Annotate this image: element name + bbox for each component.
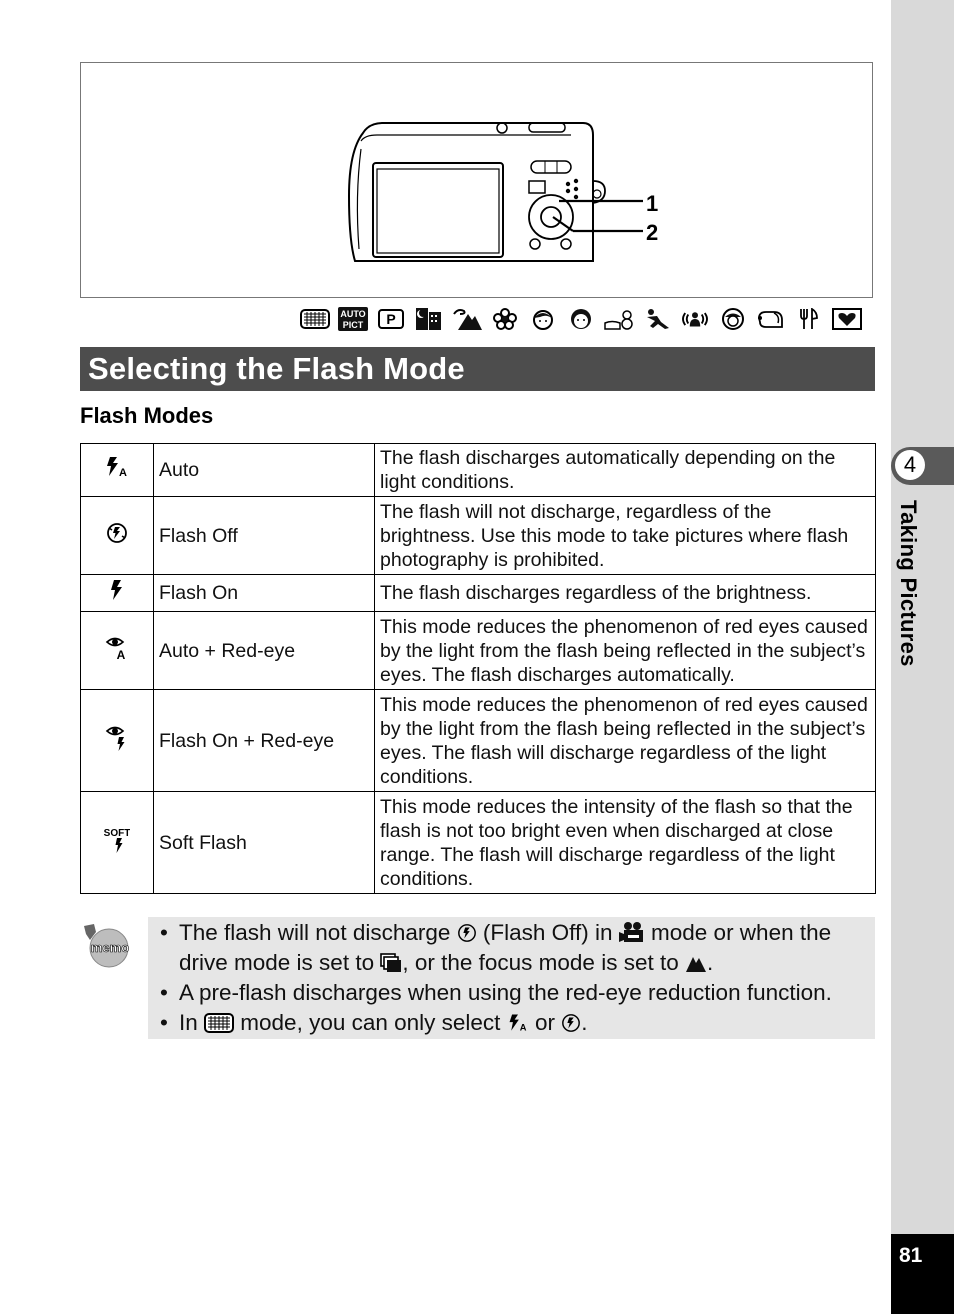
auto-grid-mode-icon	[300, 307, 330, 331]
table-row: Flash On The flash discharges regardless…	[80, 574, 876, 612]
flash-auto-icon: A	[509, 1014, 526, 1033]
icon-cell: A	[80, 611, 154, 690]
mode-description: This mode reduces the phenomenon of red …	[374, 611, 876, 690]
mode-description: The flash will not discharge, regardless…	[374, 496, 876, 575]
chapter-number: 4	[895, 450, 925, 480]
chapter-title: Taking Pictures	[896, 500, 921, 667]
flower-icon	[490, 307, 520, 331]
auto-picture-icon: AUTO PICT	[338, 307, 368, 331]
mode-name: Flash On + Red-eye	[153, 689, 375, 792]
icon-cell	[80, 689, 154, 792]
flash-modes-table: A Auto The flash discharges automaticall…	[80, 443, 876, 894]
movie-icon	[618, 922, 643, 942]
program-label: P	[386, 311, 395, 327]
flash-auto-icon: A	[107, 457, 127, 479]
note-text: A pre-flash discharges when using the re…	[179, 980, 832, 1005]
icon-cell	[80, 496, 154, 575]
mode-description: This mode reduces the phenomenon of red …	[374, 689, 876, 792]
digital-sr-icon	[680, 307, 710, 331]
flash-on-red-eye-icon	[105, 726, 125, 751]
flash-off-icon	[107, 522, 127, 543]
page-number: 81	[899, 1244, 923, 1267]
soft-flash-icon: SOFT	[104, 828, 130, 853]
memo-note: A pre-flash discharges when using the re…	[158, 978, 875, 1008]
note-text: .	[581, 1010, 588, 1035]
note-text: .	[706, 950, 714, 975]
snow-icon	[604, 307, 634, 331]
icon-cell: SOFT	[80, 791, 154, 894]
note-text: , or the focus mode is set to	[402, 950, 685, 975]
auto-red-eye-icon: A	[105, 637, 126, 662]
mode-name: Auto + Red-eye	[153, 611, 375, 690]
continuous-shooting-icon	[380, 953, 402, 972]
svg-text:A: A	[117, 648, 126, 661]
night-scene-icon	[414, 307, 444, 331]
kids-icon	[718, 307, 748, 331]
table-row: Flash On + Red-eye This mode reduces the…	[80, 689, 876, 792]
memo-notes: The flash will not discharge (Flash Off)…	[148, 917, 875, 1039]
mode-name: Soft Flash	[153, 791, 375, 894]
infinity-landscape-icon	[685, 957, 706, 972]
callout-2: 2	[646, 220, 659, 245]
svg-text:A: A	[119, 467, 127, 478]
pict-label: PICT	[343, 320, 364, 330]
memo-icon: memo	[84, 924, 129, 968]
note-text: mode, you can only select	[234, 1010, 507, 1035]
mode-description: The flash discharges automatically depen…	[374, 443, 876, 497]
memo-label: memo	[91, 940, 129, 955]
natural-skin-tone-icon	[566, 307, 596, 331]
pet-icon	[756, 307, 786, 331]
soft-label: SOFT	[104, 828, 130, 839]
program-icon: P	[376, 307, 406, 331]
table-row: A Auto The flash discharges automaticall…	[80, 443, 876, 497]
portrait-icon	[528, 307, 558, 331]
camera-illustration	[347, 122, 643, 262]
landscape-icon	[452, 307, 482, 331]
callout-1: 1	[646, 191, 659, 216]
table-row: Flash Off The flash will not discharge, …	[80, 496, 876, 575]
mode-description: The flash discharges regardless of the b…	[374, 574, 876, 612]
table-row: SOFT Soft Flash This mode reduces the in…	[80, 791, 876, 894]
note-text: The flash will not discharge	[179, 920, 457, 945]
sport-icon	[642, 307, 672, 331]
svg-text:A: A	[519, 1023, 526, 1033]
auto-label: AUTO	[340, 309, 365, 319]
icon-cell	[80, 574, 154, 612]
camera-figure: 1 2	[80, 62, 873, 298]
frame-composite-icon	[832, 307, 862, 331]
icon-cell: A	[80, 443, 154, 497]
memo-note: In mode, you can only select A or .	[158, 1008, 875, 1038]
auto-grid-mode-icon	[204, 1013, 235, 1033]
mode-description: This mode reduces the intensity of the f…	[374, 791, 876, 894]
food-icon	[794, 307, 824, 331]
flash-off-icon	[457, 924, 476, 942]
applicable-modes-row: AUTO PICT P	[300, 306, 862, 332]
table-row: A Auto + Red-eye This mode reduces the p…	[80, 611, 876, 690]
subsection-title: Flash Modes	[80, 403, 214, 428]
mode-name: Flash Off	[153, 496, 375, 575]
note-text: In	[179, 1010, 205, 1035]
note-text: (Flash Off) in	[476, 920, 619, 945]
mode-name: Flash On	[153, 574, 375, 612]
memo-note: The flash will not discharge (Flash Off)…	[158, 918, 875, 978]
flash-off-icon	[562, 1014, 581, 1032]
section-title: Selecting the Flash Mode	[80, 347, 875, 391]
flash-on-icon	[111, 580, 122, 600]
note-text: or	[528, 1010, 562, 1035]
mode-name: Auto	[153, 443, 375, 497]
